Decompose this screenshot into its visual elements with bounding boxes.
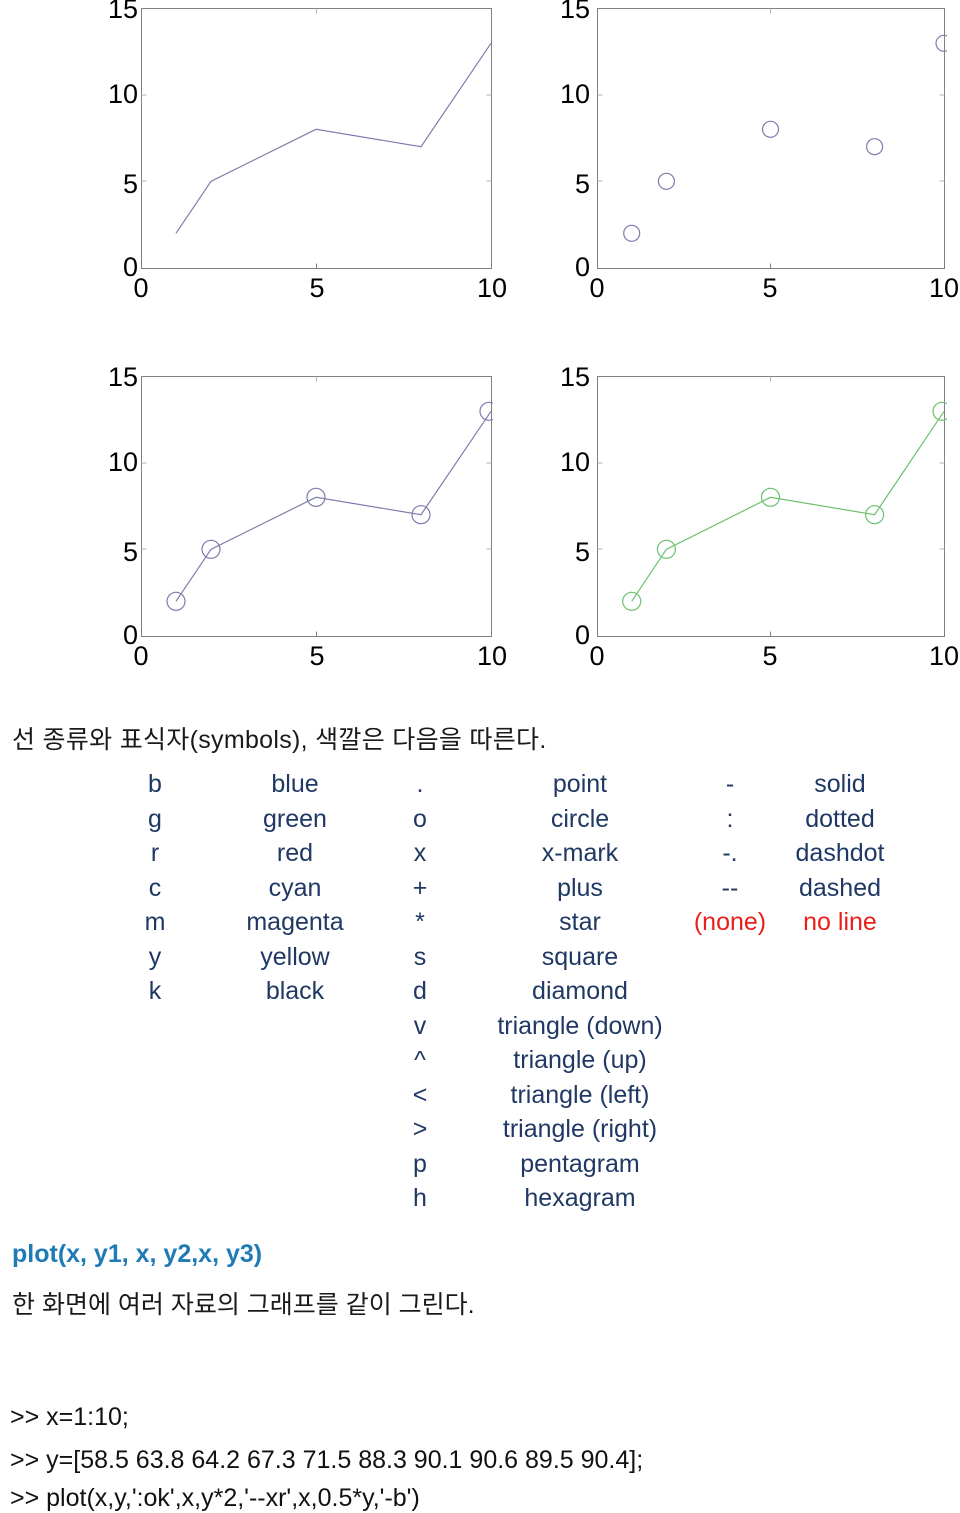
color-name: red: [276, 839, 314, 867]
color-code: k: [148, 977, 162, 1005]
figure-marker-only: 15 10 5 0 0 5 10: [560, 0, 960, 305]
color-code: r: [150, 839, 160, 867]
plot-canvas-line-only: [141, 8, 492, 269]
console-line-3: >> plot(x,y,':ok',x,y*2,'--xr',x,0.5*y,'…: [10, 1484, 420, 1512]
symbol-name: square: [541, 942, 619, 971]
symbol-name: triangle (down): [497, 1011, 663, 1040]
symbol-name: circle: [550, 804, 610, 833]
color-code: g: [148, 804, 162, 833]
table-row: c cyan + plus -- dashed: [0, 874, 960, 909]
color-code: c: [148, 873, 162, 902]
table-row: < triangle (left): [0, 1081, 960, 1116]
symbol-code: x: [413, 839, 427, 867]
symbol-name: star: [559, 908, 601, 936]
x-tick-0: 0: [133, 273, 149, 303]
color-code: b: [148, 770, 162, 798]
table-row: g green o circle : dotted: [0, 805, 960, 840]
symbol-code: .: [416, 770, 424, 798]
plot-canvas-line-marker-blue: [141, 376, 493, 637]
y-tick-15: 15: [107, 0, 138, 24]
x-tick-0: 0: [589, 641, 605, 671]
section-heading: 선 종류와 표식자(symbols), 색깔은 다음을 따른다.: [12, 726, 547, 754]
linestyle-name: dashed: [798, 873, 882, 902]
linestyle-name: solid: [814, 770, 866, 798]
table-row: ^ triangle (up): [0, 1046, 960, 1081]
symbol-name: plus: [557, 873, 603, 902]
y-tick-15: 15: [559, 0, 590, 24]
table-row: > triangle (right): [0, 1115, 960, 1150]
console-line-2: >> y=[58.5 63.8 64.2 67.3 71.5 88.3 90.1…: [10, 1446, 644, 1474]
y-tick-10: 10: [559, 447, 590, 477]
x-tick-0: 0: [133, 641, 149, 671]
table-row: p pentagram: [0, 1150, 960, 1185]
plot-canvas-line-marker-green: [597, 376, 947, 637]
y-tick-15: 15: [107, 362, 138, 392]
console-line-1: >> x=1:10;: [10, 1403, 129, 1431]
y-tick-10: 10: [559, 79, 590, 109]
symbol-name: point: [552, 770, 608, 798]
symbol-name: triangle (up): [513, 1046, 647, 1074]
y-tick-5: 5: [122, 537, 138, 567]
color-name: yellow: [260, 942, 330, 971]
x-tick-5: 5: [309, 641, 325, 671]
linestyle-name: no line: [803, 908, 877, 936]
table-row: r red x x-mark -. dashdot: [0, 839, 960, 874]
x-tick-5: 5: [309, 273, 325, 303]
y-tick-5: 5: [574, 169, 590, 199]
y-tick-5: 5: [574, 537, 590, 567]
color-name: magenta: [246, 908, 344, 936]
table-row: k black d diamond: [0, 977, 960, 1012]
y-tick-5: 5: [122, 169, 138, 199]
plot-syntax-description: 한 화면에 여러 자료의 그래프를 같이 그린다.: [12, 1291, 475, 1319]
x-tick-10: 10: [928, 641, 960, 671]
table-row: h hexagram: [0, 1184, 960, 1219]
symbol-code: ^: [414, 1046, 426, 1074]
x-tick-0: 0: [589, 273, 605, 303]
color-name: green: [263, 804, 327, 833]
linestyle-name: dashdot: [795, 839, 885, 867]
color-code: m: [144, 908, 166, 936]
symbol-name: triangle (right): [502, 1115, 658, 1143]
figure-line-marker-blue: 15 10 5 0 0 5 10: [104, 364, 507, 673]
symbol-code: p: [413, 1149, 427, 1178]
table-row: v triangle (down): [0, 1012, 960, 1047]
y-tick-10: 10: [107, 79, 138, 109]
symbol-code: d: [413, 977, 427, 1005]
symbol-code: s: [413, 942, 427, 971]
table-row: m magenta * star (none) no line: [0, 908, 960, 943]
plot-syntax-call: plot(x, y1, x, y2,x, y3): [12, 1240, 263, 1268]
color-code: y: [148, 942, 162, 971]
symbol-code: >: [412, 1115, 428, 1143]
symbol-code: +: [412, 873, 428, 902]
table-row: y yellow s square: [0, 943, 960, 978]
x-tick-5: 5: [762, 641, 778, 671]
y-tick-10: 10: [107, 447, 138, 477]
table-row: b blue . point - solid: [0, 770, 960, 805]
figure-line-marker-green: 15 10 5 0 0 5 10: [560, 364, 960, 673]
symbol-name: triangle (left): [510, 1080, 650, 1109]
symbol-code: v: [413, 1011, 427, 1040]
symbol-name: diamond: [532, 977, 628, 1005]
figure-line-only: 15 10 5 0 0 5 10: [104, 0, 507, 305]
color-name: blue: [271, 770, 319, 798]
y-tick-15: 15: [559, 362, 590, 392]
x-tick-10: 10: [928, 273, 960, 303]
symbol-name: x-mark: [541, 839, 619, 867]
symbol-name: hexagram: [524, 1184, 636, 1212]
color-name: black: [265, 977, 325, 1005]
symbol-code: <: [412, 1080, 428, 1109]
x-tick-5: 5: [762, 273, 778, 303]
symbol-code: o: [413, 804, 427, 833]
symbol-code: *: [415, 908, 425, 936]
symbol-name: pentagram: [520, 1149, 640, 1178]
symbol-code: h: [413, 1184, 427, 1212]
style-reference-table: b blue . point - solid g green o circle …: [0, 770, 960, 1219]
x-tick-10: 10: [476, 641, 508, 671]
linestyle-name: dotted: [805, 804, 875, 833]
x-tick-10: 10: [476, 273, 508, 303]
plot-canvas-marker-only: [597, 8, 947, 269]
color-name: cyan: [268, 873, 322, 902]
